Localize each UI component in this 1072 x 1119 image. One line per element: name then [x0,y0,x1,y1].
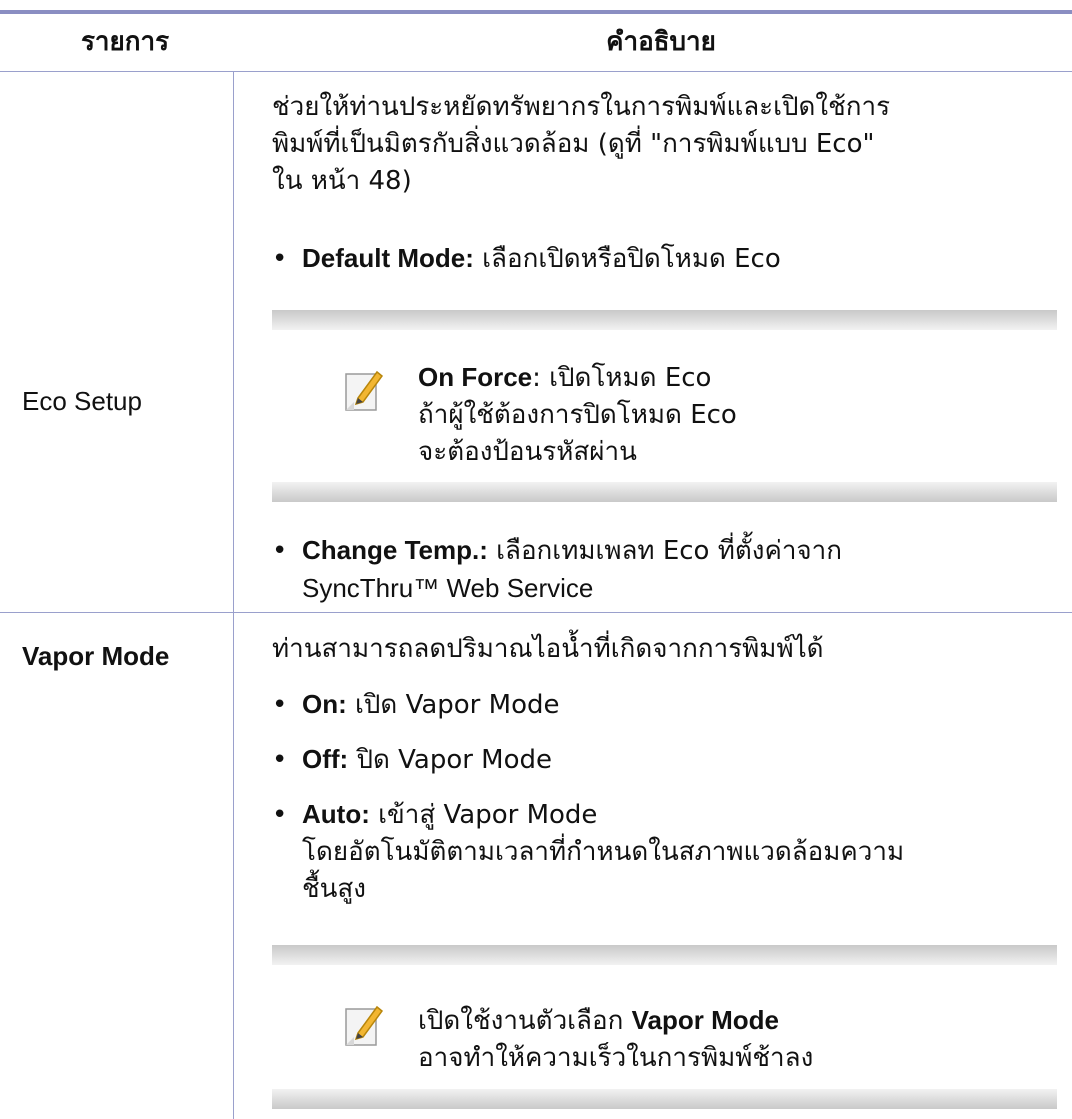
bullet-dot: • [272,745,288,775]
bullet-text-continued: SyncThru™ Web Service [302,573,594,603]
row-item-vapor-mode: Vapor Mode [22,641,170,671]
note-vapor-mode: เปิดใช้งานตัวเลือก Vapor Mode อาจทำให้คว… [272,945,1057,1115]
bullet-default-mode: • Default Mode: เลือกเปิดหรือปิดโหมด Eco [272,240,781,278]
header-item: รายการ [80,27,170,57]
note-pencil-icon [345,370,384,411]
bullet-text: ปิด Vapor Mode [348,745,553,775]
bullet-text-continued: โดยอัตโนมัติตามเวลาที่กำหนดในสภาพแวดล้อม… [302,837,905,867]
bullet-off: • Off: ปิด Vapor Mode [272,741,552,779]
note-top-bar [272,945,1057,965]
bullet-line: • Auto: เข้าสู่ Vapor Mode [272,796,904,834]
note-line: อาจทำให้ความเร็วในการพิมพ์ช้าลง [418,1043,814,1073]
bullet-dot: • [272,244,288,274]
note-label: Vapor Mode [631,1005,779,1035]
note-pencil-icon [345,1005,384,1046]
bullet-line: • Change Temp.: เลือกเทมเพลท Eco ที่ตั้งค… [272,532,842,570]
note-bottom-bar [272,1089,1057,1109]
vapor-mode-description: ท่านสามารถลดปริมาณไอน้ำที่เกิดจากการพิมพ… [272,634,824,664]
column-divider [233,71,234,612]
bullet-change-temp: • Change Temp.: เลือกเทมเพลท Eco ที่ตั้งค… [272,532,842,607]
bullet-auto: • Auto: เข้าสู่ Vapor Mode โดยอัตโนมัติตา… [272,796,904,908]
bullet-label: Default Mode: [302,243,474,273]
column-divider [233,613,234,1119]
bullet-text: เลือกเปิดหรือปิดโหมด Eco [473,244,781,274]
row-item-eco-setup: Eco Setup [22,386,142,416]
note-line-text: เปิดใช้งานตัวเลือก [418,1006,632,1036]
note-text: On Force: เปิดโหมด Eco ถ้าผู้ใช้ต้องการป… [418,359,737,471]
bullet-label: On: [302,689,347,719]
bullet-text: เข้าสู่ Vapor Mode [369,800,598,830]
bullet-text-continued: ชื้นสูง [302,874,366,904]
note-line: On Force: เปิดโหมด Eco [418,359,737,397]
header-description: คำอธิบาย [606,27,716,57]
note-label: On Force [418,362,533,392]
note-line: เปิดใช้งานตัวเลือก Vapor Mode [418,1002,813,1040]
description-line: ใน หน้า 48) [272,166,412,196]
note-line-text: : เปิดโหมด Eco [532,363,712,393]
note-line: จะต้องป้อนรหัสผ่าน [418,437,637,467]
bullet-dot: • [272,800,288,830]
row-divider [0,612,1072,613]
bullet-label: Change Temp.: [302,535,488,565]
bullet-text: เลือกเทมเพลท Eco ที่ตั้งค่าจาก [487,536,843,566]
bullet-text: เปิด Vapor Mode [346,690,560,720]
note-top-bar [272,310,1057,330]
description-line: ช่วยให้ท่านประหยัดทรัพยากรในการพิมพ์และเ… [272,92,891,122]
note-text: เปิดใช้งานตัวเลือก Vapor Mode อาจทำให้คว… [418,1002,813,1077]
bullet-label: Auto: [302,799,370,829]
bullet-on: • On: เปิด Vapor Mode [272,686,559,724]
note-bottom-bar [272,482,1057,502]
description-line: พิมพ์ที่เป็นมิตรกับสิ่งแวดล้อม (ดูที่ "ก… [272,129,875,159]
eco-setup-description: ช่วยให้ท่านประหยัดทรัพยากรในการพิมพ์และเ… [272,89,1062,200]
bullet-label: Off: [302,744,349,774]
bullet-dot: • [272,690,288,720]
table-header: รายการ คำอธิบาย [0,14,1072,72]
settings-table: รายการ คำอธิบาย Eco Setup ช่วยให้ท่านประ… [0,0,1072,1119]
bullet-dot: • [272,536,288,566]
note-line: ถ้าผู้ใช้ต้องการปิดโหมด Eco [418,400,737,430]
note-on-force: On Force: เปิดโหมด Eco ถ้าผู้ใช้ต้องการป… [272,310,1057,512]
